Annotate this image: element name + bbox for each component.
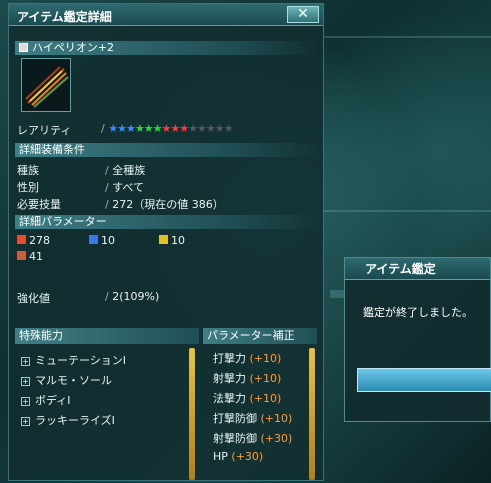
dexterity-icon — [17, 251, 26, 260]
section-parameter-bonus: パラメーター補正 — [203, 328, 317, 344]
bonus-value: (+30) — [260, 432, 293, 445]
ability-label: ミューテーションⅠ — [35, 354, 127, 367]
confirm-button[interactable] — [357, 368, 491, 392]
ability-item[interactable]: + ラッキーライズⅠ — [21, 412, 115, 428]
item-name-header: ハイペリオン+2 — [15, 41, 319, 55]
tech-value: 10 — [171, 234, 185, 247]
grind-value-wrap: / 2(109%) — [105, 290, 159, 303]
bonus-row: 打撃防御 (+10) — [213, 410, 309, 426]
background-line — [324, 36, 491, 38]
gender-value-wrap: / すべて — [105, 179, 144, 195]
bonus-label: 打撃防御 — [213, 412, 257, 425]
required-skill-value: 272（現在の値 386） — [112, 198, 224, 211]
grind-label: 強化値 — [17, 292, 50, 305]
ranged-power: 10 — [89, 234, 115, 247]
bonus-label: 射撃防御 — [213, 432, 257, 445]
rarity-star-empty-icon: ★ — [223, 122, 234, 135]
expand-plus-icon: + — [21, 357, 30, 366]
abilities-scrollbar[interactable] — [189, 348, 195, 480]
bonus-row: HP (+30) — [213, 450, 309, 463]
ability-label: ボディⅠ — [35, 394, 71, 407]
bonus-value: (+10) — [249, 392, 282, 405]
tech-icon — [159, 235, 168, 244]
bonus-value: (+30) — [231, 450, 264, 463]
bonus-label: 打撃力 — [213, 352, 246, 365]
bonus-value: (+10) — [249, 372, 282, 385]
special-value: 41 — [29, 250, 43, 263]
bonus-row: 射撃力 (+10) — [213, 370, 309, 386]
expand-plus-icon: + — [21, 377, 30, 386]
bonus-scrollbar[interactable] — [309, 348, 315, 480]
rarity-star-icon: ★ — [196, 122, 207, 135]
item-appraisal-detail-window: アイテム鑑定詳細 ✕ ハイペリオン+2 レアリティ / ★★★★★★★★★★★★… — [8, 3, 324, 481]
bonus-row: 打撃力 (+10) — [213, 350, 309, 366]
rarity-star-icon: ★ — [179, 122, 189, 135]
race-label: 種族 — [17, 164, 39, 177]
twin-sword-icon — [25, 66, 69, 108]
ranged-value: 10 — [101, 234, 115, 247]
section-detail-parameters: 詳細パラメーター — [15, 215, 319, 229]
special-power: 41 — [17, 250, 43, 263]
popup-title: アイテム鑑定 — [345, 258, 490, 280]
ranged-icon — [89, 235, 98, 244]
ability-item[interactable]: + マルモ・ソール — [21, 372, 112, 388]
rarity-star-icon: ★ — [170, 122, 180, 135]
rarity-star-icon: ★ — [143, 122, 154, 135]
rarity-star-row: ★★★★★★★★★★★★★★ — [108, 122, 234, 135]
rarity-star-icon: ★ — [134, 122, 145, 135]
bonus-label: 射撃力 — [213, 372, 246, 385]
gender-label: 性別 — [17, 181, 39, 194]
grind-value: 2(109%) — [112, 290, 160, 303]
expand-plus-icon: + — [21, 417, 30, 426]
tech-power: 10 — [159, 234, 185, 247]
window-title: アイテム鑑定詳細 — [17, 10, 112, 24]
ability-label: ラッキーライズⅠ — [35, 414, 115, 427]
required-skill-value-wrap: / 272（現在の値 386） — [105, 196, 224, 212]
rarity-stars: / ★★★★★★★★★★★★★★ — [101, 122, 234, 135]
appraisal-popup: アイテム鑑定 鑑定が終了しました。 — [344, 257, 491, 422]
popup-message: 鑑定が終了しました。 — [363, 306, 473, 319]
melee-value: 278 — [29, 234, 50, 247]
melee-power: 278 — [17, 234, 50, 247]
weapon-tag-icon — [19, 43, 28, 52]
expand-plus-icon: + — [21, 397, 30, 406]
item-name: ハイペリオン+2 — [32, 41, 114, 54]
close-button[interactable]: ✕ — [287, 6, 319, 23]
ability-label: マルモ・ソール — [35, 374, 112, 387]
bonus-value: (+10) — [249, 352, 282, 365]
rarity-star-icon: ★ — [188, 122, 198, 135]
gender-value: すべて — [112, 181, 144, 194]
section-equip-conditions: 詳細装備条件 — [15, 143, 319, 157]
bonus-row: 射撃防御 (+30) — [213, 430, 309, 446]
rarity-label: レアリティ — [17, 124, 72, 137]
bonus-value: (+10) — [260, 412, 293, 425]
required-skill-label: 必要技量 — [17, 198, 61, 211]
background-line — [324, 210, 491, 212]
item-icon — [21, 58, 71, 112]
rarity-star-icon: ★ — [161, 122, 171, 135]
ability-item[interactable]: + ボディⅠ — [21, 392, 70, 408]
separator-slash: / — [101, 122, 105, 135]
ability-item[interactable]: + ミューテーションⅠ — [21, 352, 126, 368]
race-value: 全種族 — [112, 164, 146, 177]
race-value-wrap: / 全種族 — [105, 162, 145, 178]
section-special-abilities: 特殊能力 — [15, 328, 199, 344]
rarity-star-icon: ★ — [205, 122, 216, 135]
rarity-star-icon: ★ — [125, 122, 136, 135]
bonus-label: 法撃力 — [213, 392, 246, 405]
rarity-star-icon: ★ — [108, 122, 118, 135]
melee-icon — [17, 235, 26, 244]
bonus-row: 法撃力 (+10) — [213, 390, 309, 406]
rarity-star-icon: ★ — [117, 122, 127, 135]
bonus-label: HP — [213, 450, 228, 463]
window-titlebar: アイテム鑑定詳細 ✕ — [9, 4, 323, 26]
rarity-star-icon: ★ — [214, 122, 225, 135]
